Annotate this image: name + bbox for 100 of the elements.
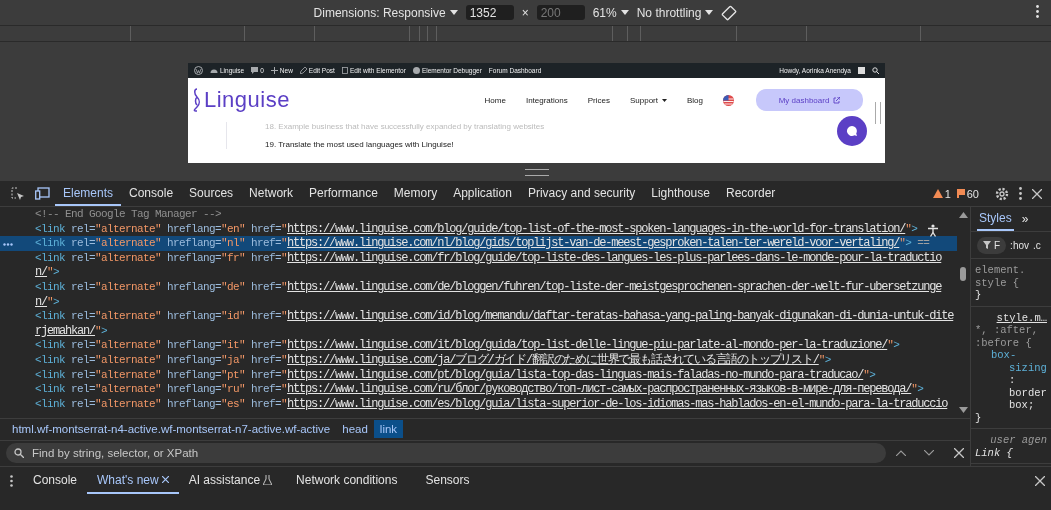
resize-handle[interactable] xyxy=(524,169,549,176)
flag-icon[interactable] xyxy=(723,94,734,106)
style-rule-text: box; xyxy=(1008,399,1036,412)
style-rule-text: border xyxy=(1008,386,1047,399)
scroll-up-icon[interactable] xyxy=(959,212,968,218)
style-rule-text: style { xyxy=(975,276,1021,289)
issues-badge[interactable]: 60 xyxy=(953,187,982,200)
settings-icon[interactable] xyxy=(995,186,1009,201)
panel-tab[interactable]: Performance xyxy=(301,181,386,206)
close-icon[interactable] xyxy=(1032,188,1042,199)
class-toggle[interactable]: .c xyxy=(1033,239,1041,251)
panel-tab[interactable]: Recorder xyxy=(717,181,784,206)
plus-icon xyxy=(270,67,278,74)
width-field[interactable]: 1352 xyxy=(465,5,514,20)
panel-tab[interactable]: Elements xyxy=(55,181,122,206)
drawer-tab[interactable]: What's new xyxy=(87,467,179,494)
zoom-dropdown[interactable]: 61% xyxy=(592,5,629,20)
dom-node-line[interactable]: <link rel="alternate" hreflang="de" href="https://www.linguise.com/de/bloggen/fuhren/top-liste-der-meistgesprochenen-sprachen-der-welt-fur-ubersetzungen/"> xyxy=(0,279,957,310)
panel-tab[interactable]: Privacy and security xyxy=(519,181,644,206)
page-icon xyxy=(341,67,348,74)
search-field[interactable]: Find by string, selector, or XPath xyxy=(30,446,878,461)
style-rule-text: *, :after, xyxy=(975,324,1039,337)
panel-tab[interactable]: Console xyxy=(121,181,182,206)
more-icon[interactable] xyxy=(1036,5,1039,18)
panel-tab[interactable]: Sources xyxy=(181,181,242,206)
panel-tab[interactable]: Application xyxy=(445,181,520,206)
chevron-up-icon[interactable] xyxy=(896,450,906,457)
breadcrumb[interactable]: link xyxy=(373,420,404,439)
list-item: 19. Translate the most used languages with Linguise! xyxy=(265,140,455,149)
more-icon[interactable] xyxy=(1019,187,1022,200)
panel-tab[interactable]: Memory xyxy=(385,181,446,206)
breadcrumb[interactable]: head xyxy=(336,420,374,439)
site-logo[interactable]: Linguise xyxy=(204,87,290,113)
nav-link[interactable]: Home xyxy=(484,95,506,105)
rule-source[interactable]: style.m… xyxy=(975,311,1047,324)
panel-tab[interactable]: Network xyxy=(241,181,302,206)
accessibility-icon[interactable] xyxy=(927,224,939,237)
search-icon xyxy=(14,448,24,459)
nav-link[interactable]: Blog xyxy=(687,95,703,105)
chevron-down-icon[interactable] xyxy=(924,450,934,457)
warnings-badge[interactable]: 1 xyxy=(929,187,954,200)
styles-tab[interactable]: Styles xyxy=(977,207,1014,231)
filter-field[interactable]: F xyxy=(977,236,1007,254)
avatar-icon xyxy=(858,67,865,74)
dashboard-button[interactable]: My dashboard xyxy=(756,89,863,111)
breadcrumb[interactable]: html.wf-montserrat-n4-active.wf-montserrat-n7-active.wf-active xyxy=(6,420,337,439)
resize-handle[interactable] xyxy=(875,102,881,124)
more-icon[interactable] xyxy=(10,474,13,487)
close-icon[interactable] xyxy=(954,448,964,459)
comment-icon xyxy=(251,67,259,74)
ellipsis-icon xyxy=(3,243,13,247)
inspect-icon[interactable] xyxy=(11,186,25,201)
rule-source: user agen xyxy=(989,434,1047,447)
dom-node-line[interactable]: <!-- End Google Tag Manager --> xyxy=(0,207,957,222)
throttling-dropdown[interactable]: No throttling xyxy=(636,5,714,20)
dom-node-line[interactable]: <link rel="alternate" hreflang="en" href="https://www.linguise.com/blog/guide/top-list-of-the-most-spoken-languages-in-the-world-for-translation/"> xyxy=(0,221,957,237)
wordpress-icon xyxy=(194,66,203,75)
warning-icon xyxy=(932,189,943,198)
device-icon[interactable] xyxy=(35,187,50,200)
drawer-tab[interactable]: Network conditions xyxy=(282,467,412,494)
search-box[interactable]: Find by string, selector, or XPath xyxy=(6,443,886,464)
drawer-tab[interactable]: Sensors xyxy=(411,467,484,494)
height-field[interactable]: 200 xyxy=(536,5,585,20)
dom-node-line[interactable]: <link rel="alternate" hreflang="es" href="https://www.linguise.com/es/blog/guia/lista-superior-de-los-idiomas-mas-hablados-en-el-mundo-para-la-traduccio xyxy=(0,396,957,412)
search-icon xyxy=(872,67,879,74)
rotate-icon[interactable] xyxy=(721,4,738,21)
hover-toggle[interactable]: :hov xyxy=(1010,239,1029,251)
scroll-down-icon[interactable] xyxy=(959,407,968,413)
nav-link[interactable]: Integrations xyxy=(525,95,568,105)
drawer-tab[interactable]: AI assistance xyxy=(178,467,283,494)
gauge-icon xyxy=(210,67,218,74)
style-rule-text: Link { xyxy=(975,446,1014,459)
times-sign: × xyxy=(521,5,529,20)
close-icon[interactable] xyxy=(1035,475,1045,486)
nav-link[interactable]: Prices xyxy=(587,95,610,105)
caret-icon xyxy=(620,10,629,15)
more-tabs-icon[interactable]: » xyxy=(1021,212,1029,226)
style-rule-text: element. xyxy=(975,264,1027,277)
dimensions-dropdown[interactable]: Dimensions: Responsive xyxy=(313,5,458,20)
caret-icon xyxy=(662,98,667,102)
caret-icon xyxy=(705,10,714,15)
dom-node-line[interactable]: <link rel="alternate" hreflang="pt" href="https://www.linguise.com/pt/blog/guia/lista-top-das-linguas-mais-faladas-no-mundo-para-traducao/"> xyxy=(0,367,957,383)
caret-icon xyxy=(449,10,458,15)
dom-node-line[interactable]: <link rel="alternate" hreflang="ru" href="https://www.linguise.com/ru/блог/руководство/топ-лист-самых-распространенных-языков-в-мире-для-перевода/"> xyxy=(0,382,957,397)
nav-link[interactable]: Support xyxy=(629,95,667,105)
scrollbar-thumb-icon[interactable] xyxy=(960,267,966,281)
filter-icon xyxy=(983,241,991,249)
style-rule-text: } xyxy=(975,289,983,302)
chat-button[interactable] xyxy=(837,116,867,146)
style-rule-text: box- xyxy=(990,349,1018,362)
style-rule-text: : xyxy=(1008,374,1017,387)
dom-node-line[interactable]: <link rel="alternate" hreflang="fr" href="https://www.linguise.com/fr/blog/guide/top-liste-des-langues-les-plus-parlees-dans-le-monde-pour-la-traduction/"> xyxy=(0,250,957,280)
flag-icon xyxy=(956,189,965,198)
style-rule-text: sizing xyxy=(1008,361,1047,374)
dom-node-line[interactable]: <link rel="alternate" hreflang="it" href="https://www.linguise.com/it/blog/guida/top-list-delle-lingue-piu-parlate-al-mondo-per-la-traduzione/"> xyxy=(0,338,957,353)
dom-node-line[interactable]: <link rel="alternate" hreflang="id" href="https://www.linguise.com/id/blog/memandu/daftar-teratas-bahasa-yang-paling-banyak-digunakan-di-dunia-untuk-diterjemahkan/"> xyxy=(0,309,957,339)
dom-node-line[interactable]: <link rel="alternate" hreflang="ja" href="https://www.linguise.com/ja/ブログ/ガイド/翻訳のために世界で最も話されている言語のトップリスト/"> xyxy=(0,352,957,368)
panel-tab[interactable]: Lighthouse xyxy=(643,181,718,206)
drawer-tab[interactable]: Console xyxy=(23,467,88,494)
close-icon xyxy=(161,476,169,483)
